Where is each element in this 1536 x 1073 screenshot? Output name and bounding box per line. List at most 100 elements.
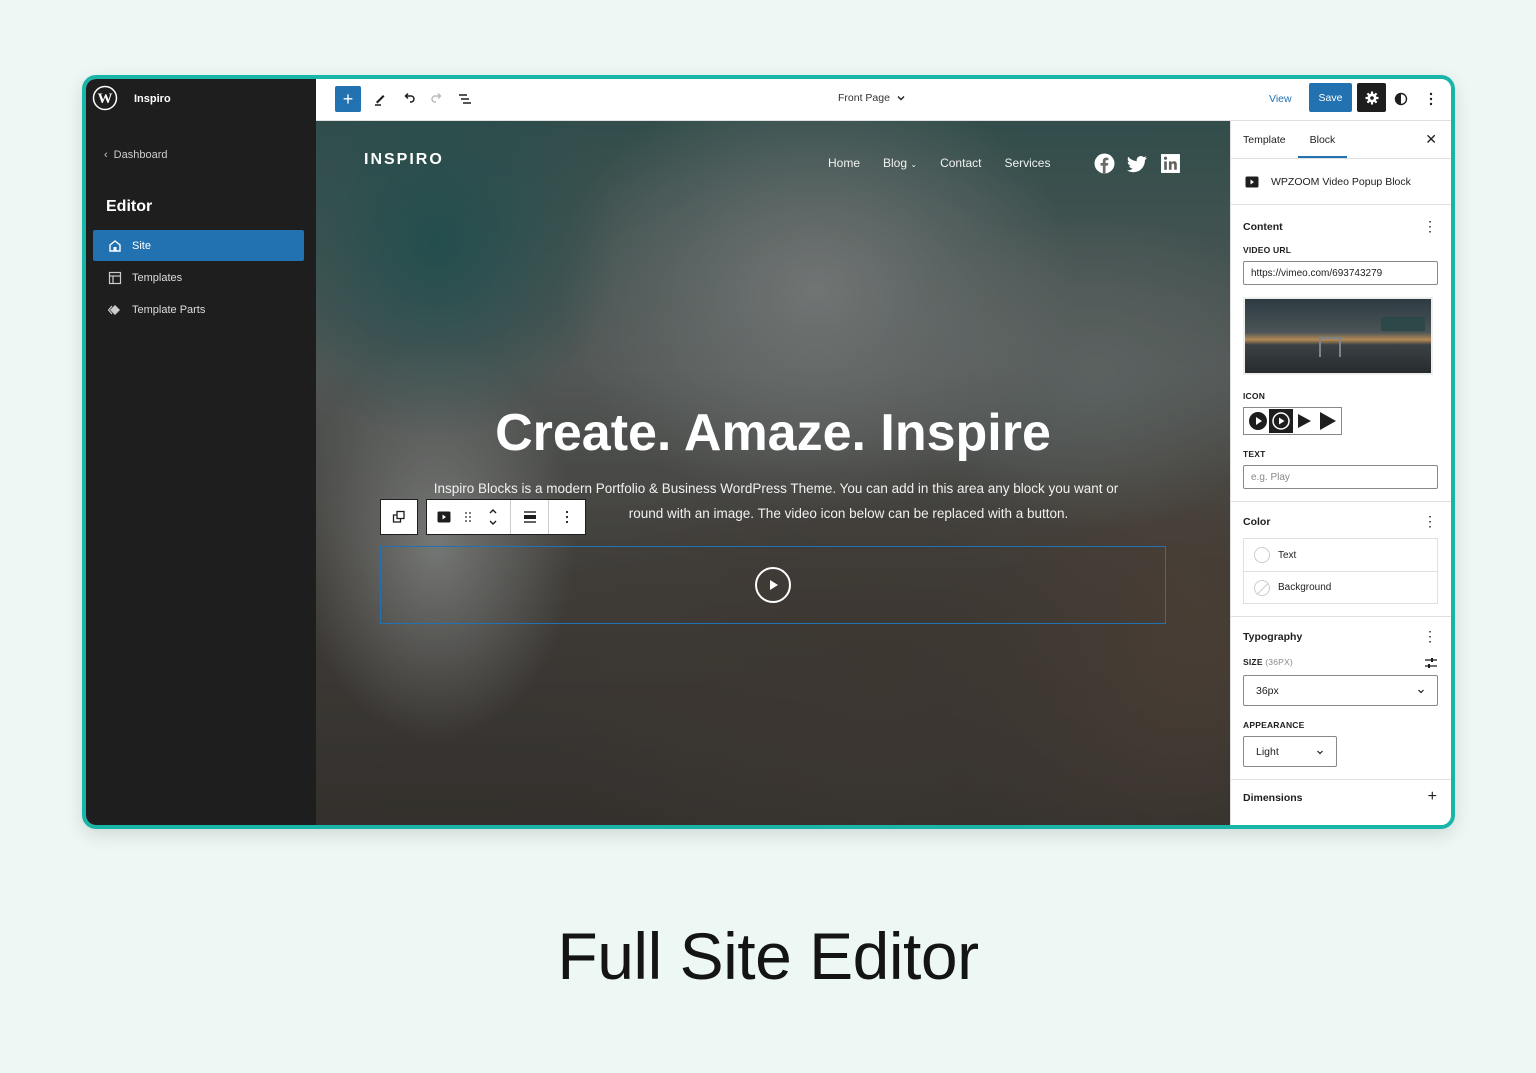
icon-option-triangle-small[interactable] [1293, 409, 1316, 433]
color-options: Text Background [1243, 538, 1438, 604]
icon-option-circle-filled[interactable] [1246, 409, 1269, 433]
undo-button[interactable] [396, 86, 422, 112]
drag-handle[interactable] [461, 500, 475, 534]
shelter-shape [1319, 337, 1341, 357]
hero-heading[interactable]: Create. Amaze. Inspire [316, 403, 1230, 463]
tab-template[interactable]: Template [1231, 121, 1298, 158]
dashboard-back-link[interactable]: ‹ Dashboard [104, 149, 168, 161]
settings-button[interactable] [1357, 83, 1386, 112]
color-background-option[interactable]: Background [1244, 571, 1437, 603]
chevron-down-icon [1418, 689, 1424, 693]
appearance-value: Light [1256, 745, 1279, 758]
select-parent-button[interactable] [381, 500, 417, 534]
kebab-menu-icon[interactable]: ⋮ [1423, 629, 1437, 643]
options-button[interactable] [1418, 86, 1444, 112]
size-label: SIZE (36PX) [1243, 657, 1293, 667]
nav-link-home[interactable]: Home [828, 156, 860, 170]
sidebar-item-template-parts[interactable]: Template Parts [93, 294, 304, 325]
icon-option-triangle-large[interactable] [1316, 409, 1339, 433]
video-url-label: VIDEO URL [1243, 245, 1292, 255]
tab-block[interactable]: Block [1297, 121, 1348, 158]
barn-shape [1381, 317, 1425, 353]
document-title-dropdown[interactable]: Front Page [838, 92, 906, 104]
add-block-button[interactable]: + [335, 86, 361, 112]
align-full-icon [523, 511, 536, 523]
site-name: Inspiro [134, 93, 171, 105]
appearance-select[interactable]: Light [1243, 736, 1337, 767]
sidebar-item-label: Template Parts [132, 303, 206, 316]
chevron-down-icon: ⌄ [910, 160, 918, 169]
view-button[interactable]: View [1269, 93, 1292, 105]
pencil-icon [375, 95, 385, 106]
kebab-menu-icon[interactable]: ⋮ [1423, 514, 1437, 528]
svg-text:W: W [98, 91, 113, 107]
icon-option-circle-outline[interactable] [1269, 409, 1293, 433]
nav-link-blog[interactable]: Blog ⌄ [883, 156, 917, 170]
play-triangle-large-icon [1320, 412, 1337, 430]
color-text-option[interactable]: Text [1244, 539, 1437, 571]
facebook-icon[interactable] [1094, 153, 1115, 174]
video-thumbnail [1243, 297, 1433, 375]
block-name: WPZOOM Video Popup Block [1271, 175, 1411, 188]
video-popup-block[interactable] [380, 546, 1166, 624]
play-button[interactable] [755, 567, 791, 603]
site-logo[interactable]: INSPIRO [364, 151, 444, 169]
kebab-menu-icon [565, 510, 569, 524]
icon-picker [1243, 407, 1342, 435]
wordpress-logo-icon[interactable]: W [92, 85, 118, 111]
video-url-input[interactable]: https://vimeo.com/693743279 [1243, 261, 1438, 285]
text-input[interactable]: e.g. Play [1243, 465, 1438, 489]
size-label-row: SIZE (36PX) [1243, 657, 1438, 669]
parent-select-group [380, 499, 418, 535]
site-canvas[interactable]: INSPIRO Home Blog ⌄ Contact Services Cre… [316, 121, 1230, 825]
typography-panel-title[interactable]: Typography [1243, 631, 1439, 643]
kebab-menu-icon[interactable]: ⋮ [1423, 219, 1437, 233]
list-view-icon [459, 94, 471, 104]
color-panel-title[interactable]: Color [1243, 516, 1439, 528]
save-button[interactable]: Save [1309, 83, 1352, 112]
dimensions-panel[interactable]: Dimensions + [1231, 780, 1451, 816]
styles-button[interactable] [1388, 86, 1414, 112]
hero-paragraph-line-1: Inspiro Blocks is a modern Portfolio & B… [433, 481, 1119, 496]
move-up-down-button[interactable] [475, 500, 511, 534]
redo-button[interactable] [424, 86, 450, 112]
document-title: Front Page [838, 92, 890, 104]
site-navigation: Home Blog ⌄ Contact Services [828, 156, 1050, 170]
content-panel-title[interactable]: Content [1243, 221, 1439, 233]
close-icon[interactable]: ✕ [1425, 131, 1437, 148]
symbol-icon [108, 304, 120, 315]
chevron-down-icon [897, 96, 905, 101]
block-type-button[interactable] [427, 500, 461, 534]
custom-size-toggle-icon[interactable] [1424, 657, 1438, 669]
sidebar-item-site[interactable]: Site [93, 230, 304, 261]
play-circle-filled-icon [1248, 412, 1267, 430]
social-links [1094, 153, 1181, 174]
block-toolbar [380, 499, 586, 535]
block-card: WPZOOM Video Popup Block [1231, 159, 1451, 205]
nav-link-services[interactable]: Services [1004, 156, 1050, 170]
chevron-left-icon: ‹ [104, 149, 108, 161]
twitter-icon[interactable] [1127, 153, 1148, 174]
sidebar-nav: Site Templates Template Parts [93, 230, 304, 326]
tools-button[interactable] [367, 86, 393, 112]
content-panel: Content ⋮ VIDEO URL https://vimeo.com/69… [1231, 205, 1451, 502]
editor-toolbar: + Front Page View Save [316, 79, 1451, 121]
list-view-button[interactable] [452, 86, 478, 112]
block-options-button[interactable] [549, 500, 585, 534]
linkedin-icon[interactable] [1160, 153, 1181, 174]
block-inspector: Template Block ✕ WPZOOM Video Popup Bloc… [1230, 121, 1451, 825]
color-option-label: Background [1278, 582, 1332, 593]
plus-icon[interactable]: + [1428, 789, 1437, 805]
align-button[interactable] [511, 500, 549, 534]
nav-link-contact[interactable]: Contact [940, 156, 981, 170]
chevron-down-icon [1317, 750, 1323, 754]
sidebar-item-templates[interactable]: Templates [93, 262, 304, 293]
video-block-icon [1245, 176, 1259, 187]
font-size-select[interactable]: 36px [1243, 675, 1438, 706]
dashboard-label: Dashboard [113, 149, 168, 161]
redo-icon [431, 92, 442, 103]
kebab-menu-icon [1429, 92, 1433, 106]
sidebar-item-label: Site [132, 239, 151, 252]
block-controls-group [426, 499, 586, 535]
font-size-value: 36px [1256, 684, 1279, 697]
